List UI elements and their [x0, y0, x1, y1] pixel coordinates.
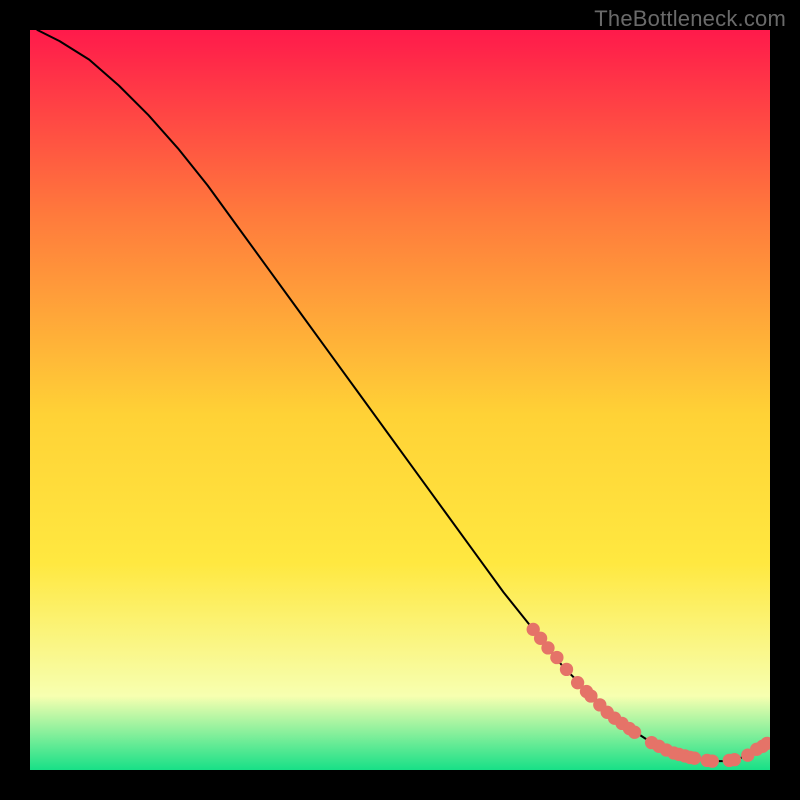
- chart-svg: [30, 30, 770, 770]
- highlight-marker: [688, 752, 701, 765]
- highlight-marker: [628, 726, 641, 739]
- highlight-marker: [706, 754, 719, 767]
- highlight-marker: [560, 663, 573, 676]
- chart-plot: [30, 30, 770, 770]
- highlight-marker: [550, 651, 563, 664]
- chart-stage: TheBottleneck.com: [0, 0, 800, 800]
- highlight-marker: [728, 753, 741, 766]
- chart-background: [30, 30, 770, 770]
- watermark-text: TheBottleneck.com: [594, 6, 786, 32]
